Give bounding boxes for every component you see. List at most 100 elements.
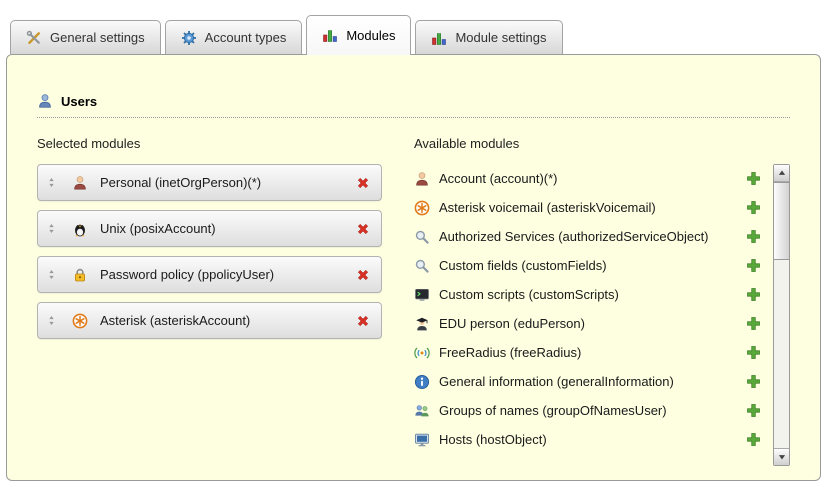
available-list-scrollbar[interactable] xyxy=(773,164,790,466)
module-label: Password policy (ppolicyUser) xyxy=(100,267,347,282)
drag-handle[interactable] xyxy=(46,222,57,235)
section-title: Users xyxy=(61,94,97,109)
cross-icon xyxy=(355,267,371,283)
available-module-row: Account (account)(*) xyxy=(414,164,773,193)
plus-icon xyxy=(746,287,761,302)
host-icon xyxy=(414,432,430,448)
drag-handle[interactable] xyxy=(46,268,57,281)
add-module-button[interactable] xyxy=(746,432,761,447)
tab-account-types[interactable]: Account types xyxy=(165,20,303,54)
tools-icon xyxy=(26,30,42,46)
plus-icon xyxy=(746,374,761,389)
gear-icon xyxy=(181,30,197,46)
module-label: Authorized Services (authorizedServiceOb… xyxy=(439,229,709,244)
available-modules-title: Available modules xyxy=(414,136,790,151)
app-window: General settings Account types Modules M… xyxy=(0,0,827,481)
tab-label: Module settings xyxy=(455,30,546,45)
scroll-up-icon xyxy=(777,168,787,178)
tab-bar: General settings Account types Modules M… xyxy=(10,14,821,54)
add-module-button[interactable] xyxy=(746,316,761,331)
lock-icon xyxy=(72,267,88,283)
add-module-button[interactable] xyxy=(746,345,761,360)
person-icon xyxy=(414,171,430,187)
add-module-button[interactable] xyxy=(746,171,761,186)
scrollbar-thumb[interactable] xyxy=(774,182,789,260)
cross-icon xyxy=(355,313,371,329)
info-icon xyxy=(414,374,430,390)
remove-module-button[interactable] xyxy=(355,267,371,283)
plus-icon xyxy=(746,171,761,186)
plus-icon xyxy=(746,432,761,447)
add-module-button[interactable] xyxy=(746,403,761,418)
module-label: General information (generalInformation) xyxy=(439,374,674,389)
selected-modules-title: Selected modules xyxy=(37,136,382,151)
tab-modules[interactable]: Modules xyxy=(306,15,411,55)
available-module-row: Groups of names (groupOfNamesUser) xyxy=(414,396,773,425)
available-module-row: EDU person (eduPerson) xyxy=(414,309,773,338)
magnifier-icon xyxy=(414,258,430,274)
plus-icon xyxy=(746,258,761,273)
tab-label: Account types xyxy=(205,30,287,45)
scroll-down-button[interactable] xyxy=(774,448,789,465)
magnifier-icon xyxy=(414,229,430,245)
remove-module-button[interactable] xyxy=(355,313,371,329)
modules-panel: Users Selected modules Personal (inetOrg… xyxy=(6,54,821,481)
module-label: Groups of names (groupOfNamesUser) xyxy=(439,403,667,418)
scroll-up-button[interactable] xyxy=(774,165,789,182)
module-label: Asterisk (asteriskAccount) xyxy=(100,313,347,328)
selected-module-row[interactable]: Personal (inetOrgPerson)(*) xyxy=(37,164,382,201)
add-module-button[interactable] xyxy=(746,374,761,389)
group-icon xyxy=(414,403,430,419)
add-module-button[interactable] xyxy=(746,229,761,244)
tab-label: Modules xyxy=(346,28,395,43)
add-module-button[interactable] xyxy=(746,258,761,273)
module-label: Unix (posixAccount) xyxy=(100,221,347,236)
tab-label: General settings xyxy=(50,30,145,45)
plus-icon xyxy=(746,345,761,360)
module-label: Hosts (hostObject) xyxy=(439,432,547,447)
tab-module-settings[interactable]: Module settings xyxy=(415,20,562,54)
updown-icon xyxy=(46,222,57,235)
plus-icon xyxy=(746,403,761,418)
module-label: Asterisk voicemail (asteriskVoicemail) xyxy=(439,200,656,215)
available-module-row: FreeRadius (freeRadius) xyxy=(414,338,773,367)
module-label: Personal (inetOrgPerson)(*) xyxy=(100,175,347,190)
add-module-button[interactable] xyxy=(746,200,761,215)
edu-person-icon xyxy=(414,316,430,332)
plus-icon xyxy=(746,229,761,244)
chart-icon xyxy=(322,27,338,43)
available-module-row: Custom scripts (customScripts) xyxy=(414,280,773,309)
plus-icon xyxy=(746,316,761,331)
scroll-down-icon xyxy=(777,452,787,462)
module-label: Custom fields (customFields) xyxy=(439,258,607,273)
selected-module-row[interactable]: Asterisk (asteriskAccount) xyxy=(37,302,382,339)
chart-icon xyxy=(431,30,447,46)
cross-icon xyxy=(355,221,371,237)
remove-module-button[interactable] xyxy=(355,221,371,237)
available-module-row: Asterisk voicemail (asteriskVoicemail) xyxy=(414,193,773,222)
module-label: EDU person (eduPerson) xyxy=(439,316,585,331)
user-icon xyxy=(37,93,53,109)
radio-icon xyxy=(414,345,430,361)
available-modules-column: Available modules Account (account)(*) A… xyxy=(414,136,790,466)
available-module-row: Custom fields (customFields) xyxy=(414,251,773,280)
drag-handle[interactable] xyxy=(46,176,57,189)
add-module-button[interactable] xyxy=(746,287,761,302)
asterisk-icon xyxy=(72,313,88,329)
cross-icon xyxy=(355,175,371,191)
selected-module-row[interactable]: Unix (posixAccount) xyxy=(37,210,382,247)
updown-icon xyxy=(46,314,57,327)
module-label: FreeRadius (freeRadius) xyxy=(439,345,581,360)
selected-module-row[interactable]: Password policy (ppolicyUser) xyxy=(37,256,382,293)
module-label: Account (account)(*) xyxy=(439,171,558,186)
asterisk-icon xyxy=(414,200,430,216)
tux-icon xyxy=(72,221,88,237)
available-module-row: Hosts (hostObject) xyxy=(414,425,773,454)
selected-modules-column: Selected modules Personal (inetOrgPerson… xyxy=(37,136,382,466)
tab-general-settings[interactable]: General settings xyxy=(10,20,161,54)
remove-module-button[interactable] xyxy=(355,175,371,191)
available-module-row: General information (generalInformation) xyxy=(414,367,773,396)
module-label: Custom scripts (customScripts) xyxy=(439,287,619,302)
drag-handle[interactable] xyxy=(46,314,57,327)
available-modules-list: Account (account)(*) Asterisk voicemail … xyxy=(414,164,773,466)
